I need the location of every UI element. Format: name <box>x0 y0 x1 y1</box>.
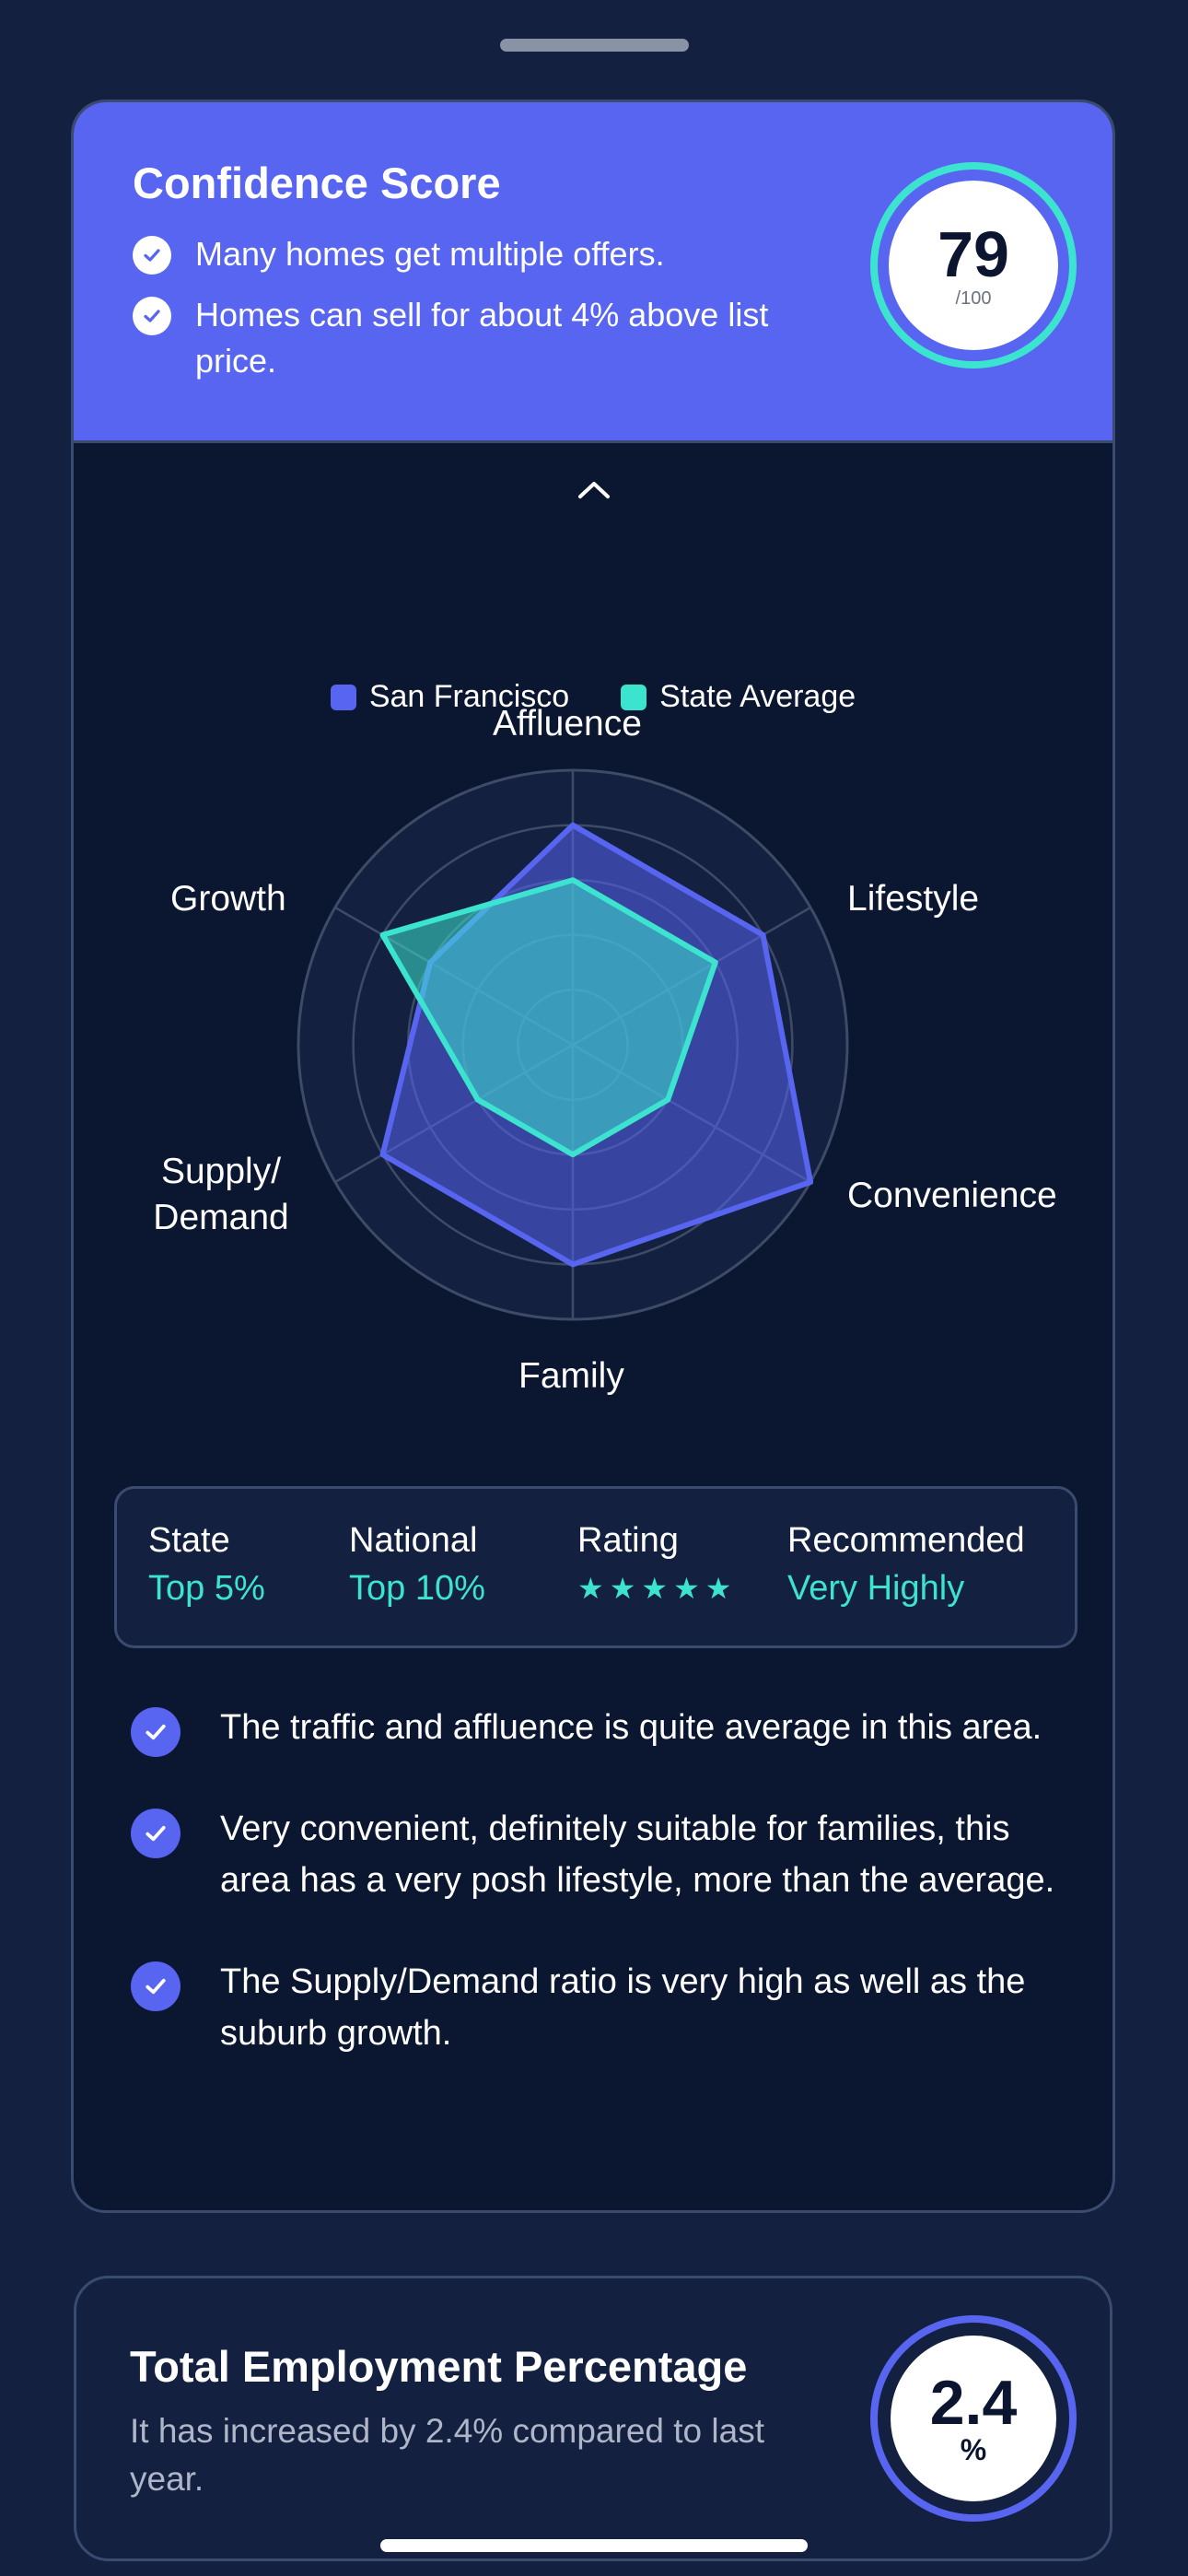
radar-chart <box>297 768 849 1321</box>
star-icon: ★ <box>641 1572 669 1605</box>
confidence-card: Confidence Score Many homes get multiple… <box>71 100 1115 2213</box>
employment-badge: 2.4 % <box>891 2336 1056 2501</box>
star-icon: ★ <box>673 1572 700 1605</box>
rating-stars: ★ ★ ★ ★ ★ <box>577 1572 731 1605</box>
stat-value: Very Highly <box>787 1569 965 1608</box>
stat-recommended: Recommended Very Highly <box>787 1516 1025 1612</box>
check-icon <box>131 1809 181 1858</box>
employment-unit: % <box>960 2433 987 2466</box>
stat-state: State Top 5% <box>148 1516 265 1612</box>
axis-label-family: Family <box>518 1356 624 1396</box>
star-icon: ★ <box>705 1572 732 1605</box>
employment-title: Total Employment Percentage <box>130 2342 748 2391</box>
axis-label-supply-demand: Supply/ Demand <box>153 1152 289 1237</box>
home-indicator[interactable] <box>380 2539 808 2552</box>
employment-card[interactable]: Total Employment Percentage It has incre… <box>74 2276 1112 2561</box>
rankings-box: State Top 5% National Top 10% Rating ★ ★ ★… <box>114 1486 1077 1648</box>
sheet-grab-handle[interactable] <box>500 39 689 52</box>
stat-label: Recommended <box>787 1521 1025 1560</box>
insight-list: The traffic and affluence is quite avera… <box>131 1702 1061 2109</box>
axis-label-affluence: Affluence <box>493 704 642 744</box>
axis-label-lifestyle: Lifestyle <box>847 879 980 919</box>
star-icon: ★ <box>609 1572 636 1605</box>
insight-item: The Supply/Demand ratio is very high as … <box>131 1956 1061 2059</box>
stat-label: National <box>349 1521 478 1560</box>
insight-text: Very convenient, definitely suitable for… <box>220 1809 1055 1900</box>
employment-ring: 2.4 % <box>870 2315 1077 2522</box>
insight-text: The traffic and affluence is quite avera… <box>220 1708 1042 1747</box>
stat-national: National Top 10% <box>349 1516 485 1612</box>
insight-item: Very convenient, definitely suitable for… <box>131 1803 1061 1906</box>
stat-label: State <box>148 1521 230 1560</box>
axis-label-convenience: Convenience <box>847 1176 1057 1215</box>
stat-value: Top 10% <box>349 1569 485 1608</box>
check-icon <box>131 1707 181 1757</box>
stat-value: Top 5% <box>148 1569 265 1608</box>
check-icon <box>131 1961 181 2011</box>
insight-item: The traffic and affluence is quite avera… <box>131 1702 1061 1757</box>
stat-rating: Rating ★ ★ ★ ★ ★ <box>577 1516 731 1605</box>
star-icon: ★ <box>577 1572 604 1605</box>
stat-label: Rating <box>577 1521 679 1560</box>
axis-label-growth: Growth <box>170 879 286 919</box>
employment-value: 2.4 <box>929 2368 1018 2438</box>
insight-text: The Supply/Demand ratio is very high as … <box>220 1962 1026 2053</box>
employment-subtitle: It has increased by 2.4% compared to las… <box>130 2412 764 2498</box>
